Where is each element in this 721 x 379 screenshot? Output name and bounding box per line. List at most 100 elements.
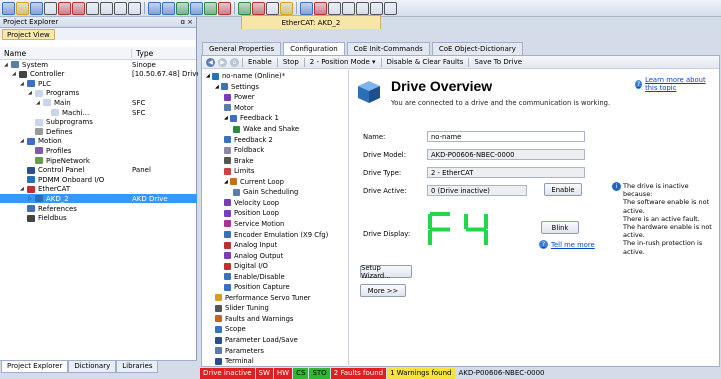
drive-tree-item-digital-i-o[interactable]: Digital I/O — [224, 262, 268, 271]
download-icon[interactable] — [190, 1, 203, 15]
undo-icon[interactable] — [58, 1, 71, 15]
breakpoint-icon[interactable] — [314, 1, 327, 15]
tree-item-machi-[interactable]: Machi... SFC — [0, 108, 197, 117]
redo-icon[interactable] — [72, 1, 85, 15]
tab-coe-init-commands[interactable]: CoE Init-Commands — [346, 42, 430, 55]
drive-tree-item-feedback-1[interactable]: ◢ Feedback 1 — [224, 114, 279, 123]
logout-icon[interactable] — [218, 1, 231, 15]
drive-tree-item-position-loop[interactable]: Position Loop — [224, 209, 279, 218]
tree-item-control-panel[interactable]: Control Panel Panel — [0, 166, 197, 175]
more-button[interactable]: More >> — [360, 284, 406, 297]
tree-item-main[interactable]: ◢ Main SFC — [0, 98, 197, 107]
tab-configuration[interactable]: Configuration — [283, 42, 345, 55]
drive-tree-item-current-loop[interactable]: ◢ Current Loop — [224, 178, 284, 187]
drive-tree-item-settings[interactable]: ◢ Settings — [215, 83, 259, 92]
command-disable-clear-faults[interactable]: Disable & Clear Faults — [385, 58, 466, 66]
drive-tree-item-encoder-emulation-x9-cfg[interactable]: Encoder Emulation (X9 Cfg) — [224, 230, 328, 239]
tree-item-pdmm-onboard-i-o[interactable]: PDMM Onboard I/O — [0, 175, 197, 184]
drive-tree-item-position-capture[interactable]: Position Capture — [224, 283, 290, 292]
column-name-header[interactable]: Name — [0, 48, 132, 58]
drive-tree-item-brake[interactable]: Brake — [224, 156, 254, 165]
step-out-icon[interactable] — [384, 1, 397, 15]
drive-tree-item-no-name-online[interactable]: ◢ no-name (Online)* — [206, 72, 285, 81]
back-icon[interactable]: ◀ — [206, 57, 215, 67]
blink-button[interactable]: Blink — [541, 221, 579, 234]
save-icon[interactable] — [30, 1, 43, 15]
drive-tree-item-slider-tuning[interactable]: Slider Tuning — [215, 304, 269, 313]
learn-more-link[interactable]: ? Learn more about this topic — [635, 76, 719, 92]
tab-project-view[interactable]: Project View — [2, 29, 55, 40]
drive-tree-item-service-motion[interactable]: Service Motion — [224, 220, 284, 229]
run-icon[interactable] — [238, 1, 251, 15]
drive-tree-item-scope[interactable]: Scope — [215, 325, 246, 334]
expand-toggle-icon[interactable]: ◢ — [20, 186, 27, 192]
tree-item-references[interactable]: References — [0, 204, 197, 213]
forward-icon[interactable]: ▶ — [218, 57, 227, 67]
new-project-icon[interactable] — [2, 1, 15, 15]
tree-item-system[interactable]: ◢ System Sinope — [0, 60, 197, 69]
drive-tree-item-terminal[interactable]: Terminal — [215, 357, 254, 366]
drive-tree-item-gain-scheduling[interactable]: Gain Scheduling — [233, 188, 298, 197]
drive-tree-item-power[interactable]: Power — [224, 93, 255, 102]
drive-tree-item-wake-and-shake[interactable]: Wake and Shake — [233, 125, 299, 134]
column-type-header[interactable]: Type — [132, 49, 153, 58]
reset-icon[interactable] — [266, 1, 279, 15]
expand-toggle-icon[interactable]: ◢ — [20, 81, 27, 87]
expand-toggle-icon[interactable]: ◢ — [4, 62, 11, 68]
expand-toggle-icon[interactable]: ◢ — [28, 90, 35, 96]
tab-general-properties[interactable]: General Properties — [202, 42, 282, 55]
network-icon[interactable] — [162, 1, 175, 15]
tab-dictionary[interactable]: Dictionary — [68, 361, 117, 373]
tab-coe-object-dictionary[interactable]: CoE Object-Dictionary — [431, 42, 523, 55]
tell-me-more-link[interactable]: ? Tell me more — [539, 240, 595, 249]
drive-tree-item-faults-and-warnings[interactable]: Faults and Warnings — [215, 315, 293, 324]
print-icon[interactable] — [44, 1, 57, 15]
drive-tree-item-motor[interactable]: Motor — [224, 104, 254, 113]
tree-item-programs[interactable]: ◢ Programs — [0, 89, 197, 98]
expand-toggle-icon[interactable]: ◢ — [20, 138, 27, 144]
step-over-icon[interactable] — [356, 1, 369, 15]
drive-tree-item-enable-disable[interactable]: Enable/Disable — [224, 272, 285, 281]
setup-wizard-button[interactable]: Setup Wizard... — [360, 264, 412, 280]
step-into-icon[interactable] — [370, 1, 383, 15]
drive-tree-item-parameters[interactable]: Parameters — [215, 346, 264, 355]
name-field[interactable]: no-name — [427, 131, 585, 142]
find-icon[interactable] — [128, 1, 141, 15]
cut-icon[interactable] — [86, 1, 99, 15]
tree-item-motion[interactable]: ◢ Motion — [0, 137, 197, 146]
tab-libraries[interactable]: Libraries — [116, 361, 159, 373]
login-icon[interactable] — [204, 1, 217, 15]
drive-tree-item-analog-input[interactable]: Analog Input — [224, 241, 277, 250]
command-enable[interactable]: Enable — [246, 58, 274, 66]
tree-item-subprograms[interactable]: Subprograms — [0, 118, 197, 127]
toggle-icon[interactable] — [280, 1, 293, 15]
tab-project-explorer[interactable]: Project Explorer — [1, 361, 69, 373]
enable-button[interactable]: Enable — [544, 183, 582, 196]
tree-item-plc[interactable]: ◢ PLC — [0, 79, 197, 88]
build-icon[interactable] — [148, 1, 161, 15]
command-save-to-drive[interactable]: Save To Drive — [472, 58, 524, 66]
tree-item-profiles[interactable]: Profiles — [0, 146, 197, 155]
drive-tree-item-parameter-load-save[interactable]: Parameter Load/Save — [215, 336, 298, 345]
check-icon[interactable] — [176, 1, 189, 15]
expand-toggle-icon[interactable]: ▷ — [28, 196, 35, 202]
drive-tree-item-performance-servo-tuner[interactable]: Performance Servo Tuner — [215, 294, 311, 303]
drive-tree-item-limits[interactable]: Limits — [224, 167, 254, 176]
tree-item-pipenetwork[interactable]: PipeNetwork — [0, 156, 197, 165]
copy-icon[interactable] — [100, 1, 113, 15]
tree-item-ethercat[interactable]: ◢ EtherCAT — [0, 185, 197, 194]
drive-tree-item-feedback-2[interactable]: Feedback 2 — [224, 135, 273, 144]
expand-toggle-icon[interactable]: ◢ — [36, 100, 43, 106]
tree-item-fieldbus[interactable]: Fieldbus — [0, 214, 197, 223]
pause-icon[interactable] — [328, 1, 341, 15]
paste-icon[interactable] — [114, 1, 127, 15]
command-stop[interactable]: Stop — [281, 58, 301, 66]
drive-tree-item-analog-output[interactable]: Analog Output — [224, 251, 283, 260]
open-icon[interactable] — [16, 1, 29, 15]
watch-icon[interactable] — [300, 1, 313, 15]
step-icon[interactable] — [342, 1, 355, 15]
stop-icon[interactable] — [252, 1, 265, 15]
pin-close-icon[interactable]: ɑ × — [180, 18, 193, 26]
command-2-position-mode[interactable]: 2 - Position Mode ▾ — [308, 58, 378, 66]
drive-tree-item-foldback[interactable]: Foldback — [224, 146, 264, 155]
